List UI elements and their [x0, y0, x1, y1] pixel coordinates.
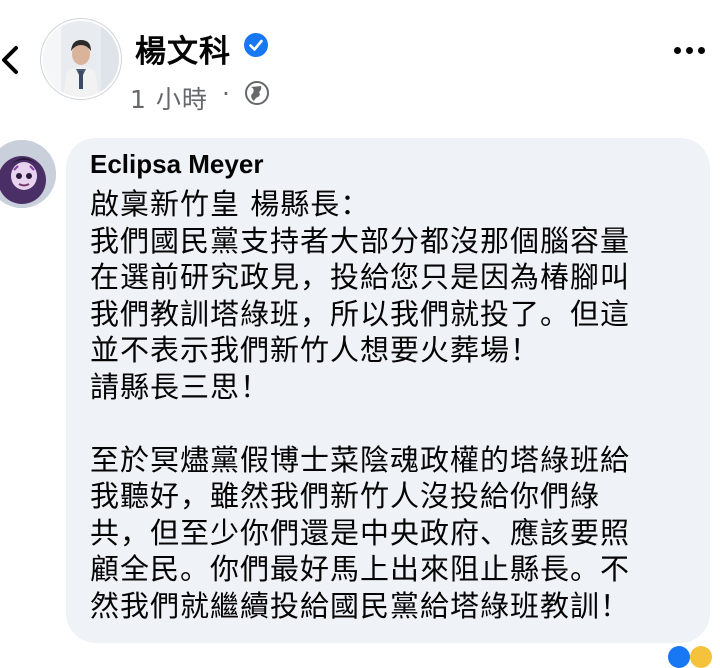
comment-line: 顧全民。你們最好馬上出來阻止縣長。不: [90, 552, 631, 586]
post-author-name[interactable]: 楊文科: [135, 26, 231, 71]
more-dot-icon: [686, 47, 693, 54]
post-timestamp[interactable]: 1 小時: [130, 80, 208, 116]
more-dot-icon: [674, 47, 681, 54]
post-header: 楊文科 1 小時 ·: [0, 0, 720, 125]
commenter-name[interactable]: Eclipsa Meyer: [90, 149, 263, 180]
comment-line: 我聽好，雖然我們新竹人沒投給你們綠: [90, 479, 601, 513]
like-reaction-icon[interactable]: [668, 646, 690, 668]
commenter-avatar-image: [0, 140, 56, 208]
more-dot-icon: [698, 47, 705, 54]
comment-line: 至於冥燼黨假博士菜陰魂政權的塔綠班給: [90, 442, 631, 477]
comment-line: 請縣長三思！: [90, 369, 271, 404]
chevron-left-icon[interactable]: [0, 40, 34, 80]
globe-icon[interactable]: [244, 80, 270, 106]
verified-badge-icon: [244, 33, 268, 57]
comment-line: 並不表示我們新竹人想要火葬場！: [90, 333, 541, 367]
comment-section: Eclipsa Meyer 啟稟新竹皇 楊縣長： 我們國民黨支持者大部分都沒那個…: [0, 128, 720, 658]
author-avatar-image: [43, 21, 119, 97]
haha-reaction-icon[interactable]: [690, 646, 712, 668]
comment-line: 啟稟新竹皇 楊縣長：: [90, 187, 371, 221]
more-options-button[interactable]: [670, 34, 710, 66]
meta-separator: ·: [222, 79, 230, 108]
comment-line: 在選前研究政見，投給您只是因為椿腳叫: [90, 260, 631, 294]
comment-line: 共，但至少你們還是中央政府、應該要照: [90, 515, 631, 550]
comment-line: 我們教訓塔綠班，所以我們就投了。但這: [90, 296, 631, 331]
comment-line: 然我們就繼續投給國民黨給塔綠班教訓！: [90, 588, 631, 623]
commenter-avatar[interactable]: [0, 140, 56, 208]
comment-bubble: Eclipsa Meyer 啟稟新竹皇 楊縣長： 我們國民黨支持者大部分都沒那個…: [66, 138, 710, 643]
comment-line: 我們國民黨支持者大部分都沒那個腦容量: [90, 223, 631, 258]
comment-body: 啟稟新竹皇 楊縣長： 我們國民黨支持者大部分都沒那個腦容量 在選前研究政見，投給…: [90, 186, 690, 624]
author-avatar[interactable]: [43, 21, 119, 97]
